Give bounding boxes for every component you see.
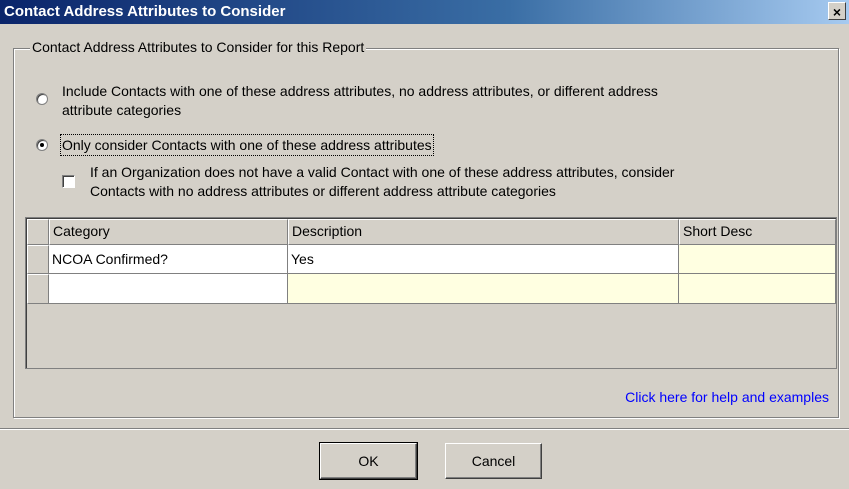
cell-category-1[interactable]: NCOA Confirmed? (49, 245, 288, 274)
column-header-short-desc[interactable]: Short Desc (679, 219, 836, 245)
close-icon: × (832, 4, 842, 20)
groupbox-label: Contact Address Attributes to Consider f… (30, 39, 367, 55)
fallback-checkbox[interactable] (62, 175, 75, 188)
title-bar: Contact Address Attributes to Consider × (0, 0, 849, 24)
button-separator (0, 428, 849, 430)
include-all-label-line2[interactable]: attribute categories (62, 101, 181, 119)
row-header-1[interactable] (27, 245, 49, 274)
close-button[interactable]: × (828, 2, 846, 20)
cell-category-new[interactable] (49, 274, 288, 304)
ok-button[interactable]: OK (319, 442, 418, 480)
row-header-new[interactable] (27, 274, 49, 304)
help-examples-link[interactable]: Click here for help and examples (625, 389, 829, 405)
include-all-label-line1[interactable]: Include Contacts with one of these addre… (62, 82, 658, 100)
fallback-label-line1[interactable]: If an Organization does not have a valid… (90, 163, 674, 181)
column-header-category[interactable]: Category (49, 219, 288, 245)
only-these-radio[interactable] (36, 139, 48, 151)
cell-short-desc-new[interactable] (679, 274, 836, 304)
include-all-radio[interactable] (36, 93, 48, 105)
only-these-label[interactable]: Only consider Contacts with one of these… (60, 134, 434, 156)
cell-description-1[interactable]: Yes (288, 245, 679, 274)
window-title: Contact Address Attributes to Consider (4, 3, 286, 20)
cell-description-new[interactable] (288, 274, 679, 304)
fallback-label-line2[interactable]: Contacts with no address attributes or d… (90, 182, 556, 200)
attributes-grid[interactable]: Category Description Short Desc NCOA Con… (25, 217, 837, 369)
radio-selected-dot (40, 143, 44, 147)
column-header-description[interactable]: Description (288, 219, 679, 245)
cancel-button[interactable]: Cancel (445, 443, 542, 479)
cell-short-desc-1[interactable] (679, 245, 836, 274)
grid-corner-header (27, 219, 49, 245)
